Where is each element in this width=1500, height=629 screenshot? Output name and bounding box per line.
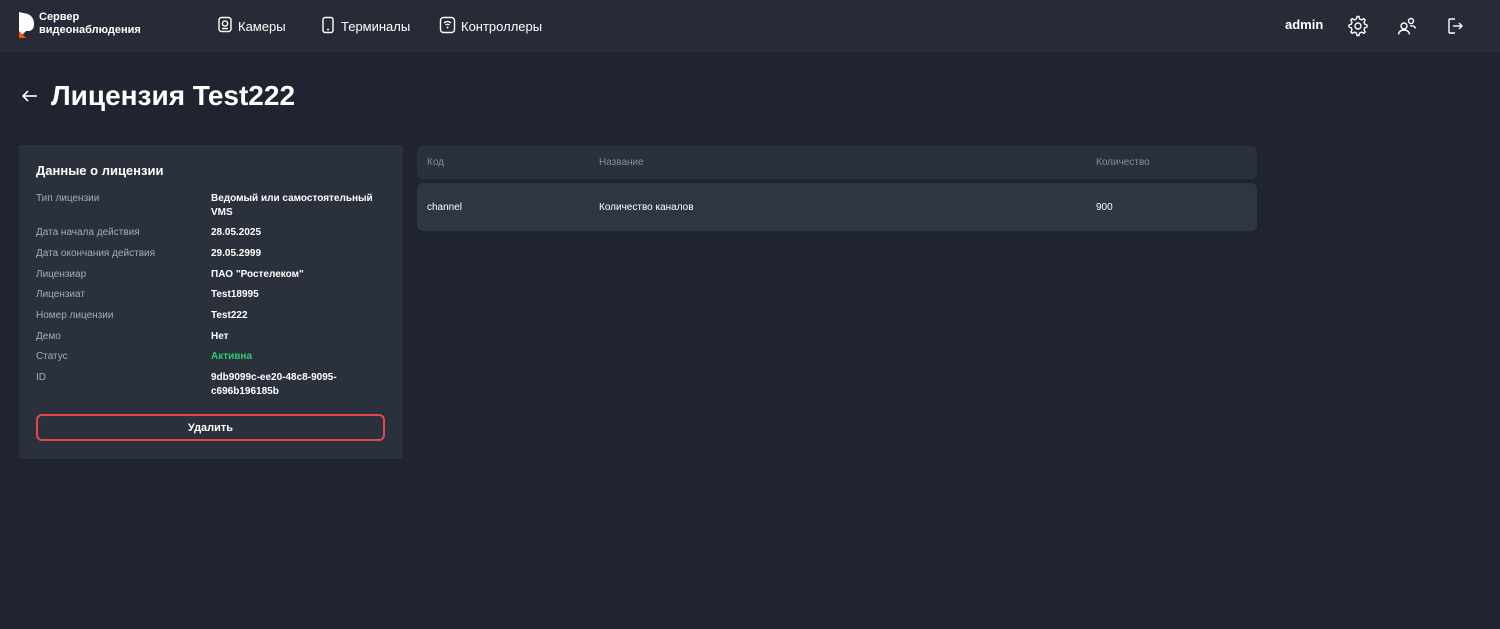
logo-line-2: видеонаблюдения	[39, 24, 141, 36]
delete-button[interactable]: Удалить	[36, 414, 385, 441]
row-label: Лицензиат	[36, 289, 85, 300]
page-title: Лицензия Test222	[51, 80, 296, 111]
back-arrow-icon[interactable]	[20, 86, 40, 106]
nav-controllers-label: Контроллеры	[461, 18, 543, 34]
logo-text: Сервер видеонаблюдения	[39, 11, 149, 37]
column-header-code: Код	[427, 157, 445, 168]
nav-terminals[interactable]: Терминалы	[320, 16, 410, 36]
terminal-icon	[320, 16, 341, 37]
logout-icon[interactable]	[1444, 15, 1466, 37]
row-value: Нет	[211, 331, 229, 342]
column-header-count: Количество	[1096, 157, 1150, 168]
nav-cameras[interactable]: Камеры	[217, 16, 286, 36]
row-value: ПАО "Ростелеком"	[211, 269, 304, 280]
row-value: Test222	[211, 310, 248, 321]
logo-icon	[18, 11, 36, 39]
license-details-panel: Данные о лицензии Тип лицензии Ведомый и…	[19, 145, 403, 459]
cell-code: channel	[427, 201, 463, 213]
row-label: Дата начала действия	[36, 227, 140, 238]
camera-icon	[217, 16, 238, 37]
nav-terminals-label: Терминалы	[341, 18, 411, 34]
cell-name: Количество каналов	[599, 201, 694, 213]
row-label: ID	[36, 372, 46, 383]
nav-cameras-label: Камеры	[238, 18, 286, 34]
column-header-name: Название	[599, 157, 644, 168]
row-label: Демо	[36, 331, 61, 342]
row-label: Номер лицензии	[36, 310, 114, 321]
row-label: Дата окончания действия	[36, 248, 156, 259]
top-bar: Сервер видеонаблюдения Камеры Терминалы	[0, 0, 1500, 52]
logo-line-1: Сервер	[39, 11, 80, 23]
panel-title: Данные о лицензии	[36, 163, 164, 178]
row-label: Статус	[36, 351, 68, 362]
row-value: Test18995	[211, 289, 259, 300]
users-icon[interactable]	[1396, 15, 1418, 37]
row-label: Тип лицензии	[36, 193, 100, 204]
user-name[interactable]: admin	[1285, 17, 1323, 32]
gear-icon[interactable]	[1347, 15, 1369, 37]
cell-count: 900	[1096, 201, 1113, 213]
row-value: 29.05.2999	[211, 248, 262, 259]
row-value: 9db9099c-ee20-48c8-9095-c696b196185b	[211, 372, 337, 397]
status-badge: Активна	[211, 351, 253, 362]
row-label: Лицензиар	[36, 269, 87, 280]
nav-controllers[interactable]: Контроллеры	[439, 16, 542, 36]
table-row[interactable]: channel Количество каналов 900	[417, 183, 1257, 231]
row-value: Ведомый или самостоятельный VMS	[211, 193, 373, 218]
controller-icon	[439, 16, 461, 37]
app-logo[interactable]: Сервер видеонаблюдения	[18, 11, 149, 39]
row-value: 28.05.2025	[211, 227, 262, 238]
table-header: Код Название Количество	[417, 146, 1257, 179]
